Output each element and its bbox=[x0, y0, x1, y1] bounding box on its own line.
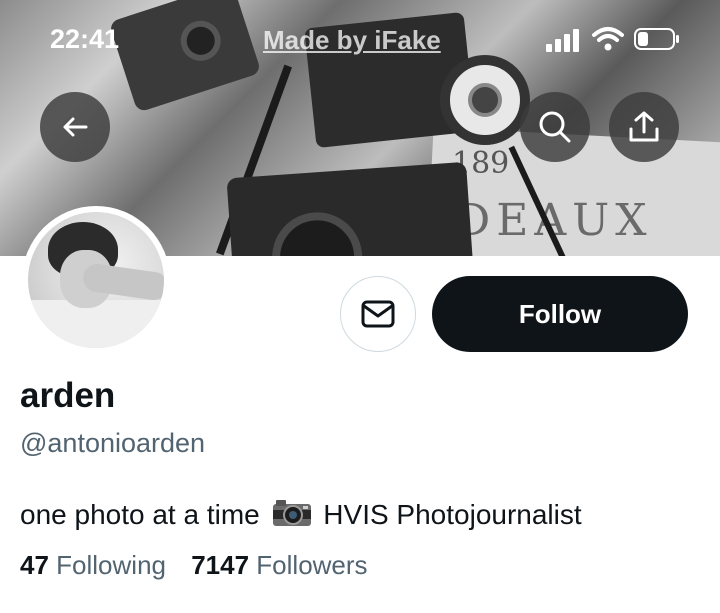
avatar[interactable] bbox=[22, 206, 170, 354]
handle: @antonioarden bbox=[20, 428, 206, 458]
signal-icon bbox=[546, 28, 582, 52]
display-name: arden bbox=[20, 376, 116, 415]
message-button[interactable] bbox=[340, 276, 416, 352]
status-time: 22:41 bbox=[50, 24, 120, 54]
share-button[interactable] bbox=[609, 92, 679, 162]
banner-camera-lens bbox=[440, 55, 530, 145]
following-label: Following bbox=[56, 550, 166, 580]
share-icon bbox=[629, 111, 659, 142]
followers-label: Followers bbox=[256, 550, 368, 580]
avatar-image bbox=[28, 212, 164, 348]
wifi-icon bbox=[592, 27, 624, 51]
status-icons bbox=[546, 26, 686, 54]
follow-button[interactable]: Follow bbox=[432, 276, 688, 352]
followers-link[interactable]: 7147 Followers bbox=[191, 550, 367, 581]
profile-stats: 47 Following 7147 Followers bbox=[20, 550, 386, 581]
arrow-left-icon bbox=[63, 117, 88, 137]
followers-count: 7147 bbox=[191, 550, 250, 580]
following-link[interactable]: 47 Following bbox=[20, 550, 166, 581]
bio-text-end: HVIS Photojournalist bbox=[323, 499, 582, 530]
search-icon bbox=[539, 111, 571, 143]
camera-emoji-icon bbox=[272, 500, 311, 526]
battery-icon bbox=[634, 28, 679, 50]
search-button[interactable] bbox=[520, 92, 590, 162]
back-button[interactable] bbox=[40, 92, 110, 162]
bio: one photo at a time HVIS Photojournalist bbox=[20, 498, 582, 531]
envelope-icon bbox=[361, 300, 395, 328]
watermark: Made by iFake bbox=[263, 25, 441, 55]
banner-camera bbox=[108, 0, 262, 113]
following-count: 47 bbox=[20, 550, 49, 580]
banner-camera bbox=[226, 161, 474, 256]
bio-text-start: one photo at a time bbox=[20, 499, 260, 530]
